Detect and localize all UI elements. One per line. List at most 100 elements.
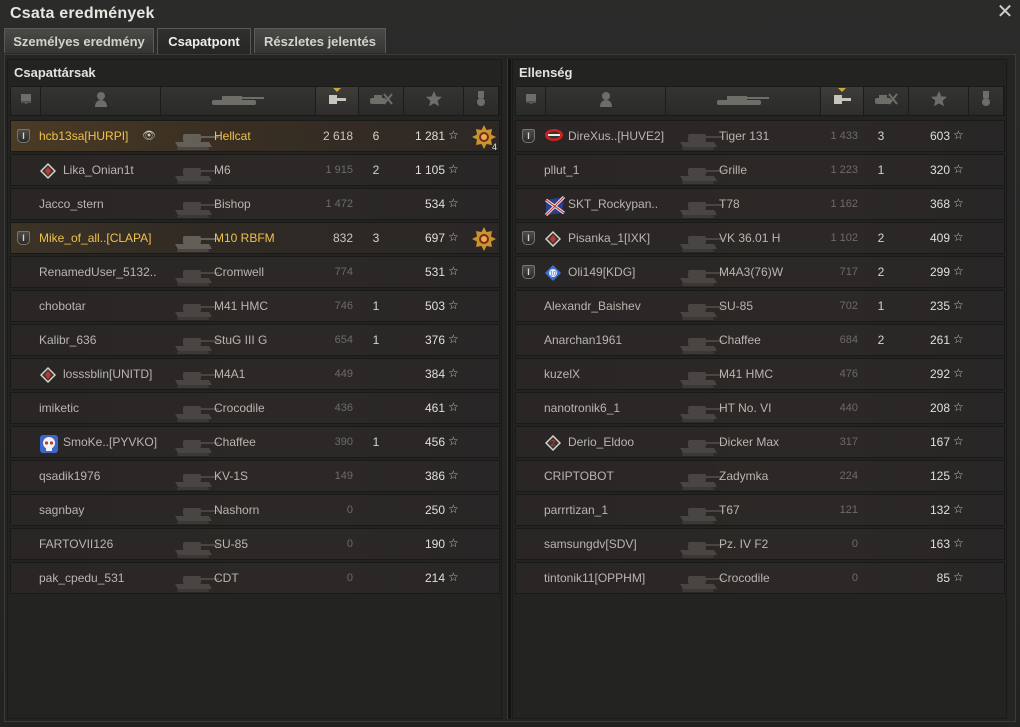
player-row[interactable]: nanotronik6_1 HT No. VI 440 208 ☆ — [515, 392, 1005, 424]
player-row[interactable]: SmoKe..[PYVKO] Chaffee 390 1 456 ☆ — [10, 426, 500, 458]
damage-value: 1 433 — [830, 130, 858, 142]
kills-value: 3 — [372, 231, 380, 245]
allies-sort-vehicle-column[interactable] — [161, 87, 316, 115]
xp-value: 603 — [929, 129, 950, 143]
player-row[interactable]: SKT_Rockypan.. T78 1 162 368 ☆ — [515, 188, 1005, 220]
player-row[interactable]: sagnbay Nashorn 0 250 ☆ — [10, 494, 500, 526]
svg-text:2: 2 — [551, 439, 556, 448]
damage-value: 0 — [346, 504, 353, 516]
player-row[interactable]: imiketic Crocodile 436 461 ☆ — [10, 392, 500, 424]
player-row[interactable]: samsungdv[SDV] Pz. IV F2 0 163 ☆ — [515, 528, 1005, 560]
player-row[interactable]: Ihcb13sa[HURPI] 👁 Hellcat 2 618 6 1 281 ☆ 4 — [10, 120, 500, 152]
squad-badge-icon: I — [522, 231, 535, 245]
allies-panel: Csapattársak Ihcb13sa[HURPI] 👁 Hellcat 2 61… — [7, 59, 502, 719]
player-row[interactable]: kuzelX M41 HMC 476 292 ☆ — [515, 358, 1005, 390]
enemies-sort-damage-column[interactable] — [821, 87, 864, 115]
vehicle-name: T67 — [719, 503, 740, 517]
vehicle-name: Crocodile — [214, 401, 265, 415]
tab-detailed-report[interactable]: Részletes jelentés — [254, 28, 386, 53]
enemies-sort-kills-column[interactable] — [864, 87, 909, 115]
allies-sort-player-column[interactable] — [41, 87, 161, 115]
xp-value: 292 — [929, 367, 950, 381]
player-name: pak_cpedu_531 — [39, 571, 125, 585]
xp-value: 368 — [929, 197, 950, 211]
damage-value: 149 — [334, 470, 353, 482]
player-row[interactable]: I Pisanka_1[IXK] VK 36.01 H 1 102 2 409 ☆ — [515, 222, 1005, 254]
squad-icon — [524, 92, 538, 111]
medal-icon[interactable]: 4 — [471, 124, 497, 152]
xp-value: 384 — [424, 367, 445, 381]
tab-personal-result[interactable]: Személyes eredmény — [4, 28, 154, 53]
kills-value: 1 — [372, 435, 380, 449]
clan-emblem-icon — [544, 230, 562, 248]
player-name: DireXus..[HUVE2] — [568, 129, 665, 143]
vehicle-name: Pz. IV F2 — [719, 537, 769, 551]
player-row[interactable]: chobotar M41 HMC 746 1 503 ☆ — [10, 290, 500, 322]
player-row[interactable]: pllut_1 Grille 1 223 1 320 ☆ — [515, 154, 1005, 186]
player-row[interactable]: I DireXus..[HUVE2] Tiger 131 1 433 3 603 ☆ — [515, 120, 1005, 152]
player-name: Anarchan1961 — [544, 333, 623, 347]
allies-sort-kills-column[interactable] — [359, 87, 404, 115]
kills-value: 1 — [877, 163, 885, 177]
xp-value: 85 — [936, 571, 950, 585]
star-icon: ☆ — [953, 570, 964, 584]
star-icon: ☆ — [953, 366, 964, 380]
star-icon: ☆ — [448, 400, 459, 414]
allies-sort-damage-column[interactable] — [316, 87, 359, 115]
player-row[interactable]: RenamedUser_5132.. Cromwell 774 531 ☆ — [10, 256, 500, 288]
allies-sort-squad-column[interactable] — [11, 87, 41, 115]
player-row[interactable]: CRIPTOBOT Zadymka 224 125 ☆ — [515, 460, 1005, 492]
star-icon: ☆ — [448, 264, 459, 278]
player-row[interactable]: qsadik1976 KV-1S 149 386 ☆ — [10, 460, 500, 492]
enemies-sort-xp-star-column[interactable] — [909, 87, 969, 115]
enemies-sort-player-column[interactable] — [546, 87, 666, 115]
star-icon: ☆ — [953, 468, 964, 482]
medal-icon[interactable] — [471, 226, 497, 252]
vehicle-name: KV-1S — [214, 469, 249, 483]
vehicle-name: Chaffee — [719, 333, 761, 347]
kills-value: 2 — [877, 265, 885, 279]
star-icon: ☆ — [953, 400, 964, 414]
enemies-sort-squad-column[interactable] — [516, 87, 546, 115]
player-row[interactable]: parrrtizan_1 T67 121 132 ☆ — [515, 494, 1005, 526]
player-name: parrrtizan_1 — [544, 503, 609, 517]
xp-value: 376 — [424, 333, 445, 347]
star-icon: ☆ — [448, 128, 459, 142]
kills-value: 3 — [877, 129, 885, 143]
enemies-list: I DireXus..[HUVE2] Tiger 131 1 433 3 603 ☆ pllu… — [515, 120, 1005, 596]
tab-team-score[interactable]: Csapatpont — [157, 28, 251, 55]
enemies-sort-medal-column[interactable] — [969, 87, 1004, 115]
player-row[interactable]: Lika_Onian1t M6 1 915 2 1 105 ☆ — [10, 154, 500, 186]
xp-star-icon — [425, 90, 443, 113]
star-icon: ☆ — [953, 162, 964, 176]
player-row[interactable]: Alexandr_Baishev SU-85 702 1 235 ☆ — [515, 290, 1005, 322]
player-row[interactable]: Kalibr_636 StuG III G 654 1 376 ☆ — [10, 324, 500, 356]
player-row[interactable]: pak_cpedu_531 CDT 0 214 ☆ — [10, 562, 500, 594]
star-icon: ☆ — [953, 502, 964, 516]
xp-value: 261 — [929, 333, 950, 347]
player-row[interactable]: losssblin[UNITD] M4A1 449 384 ☆ — [10, 358, 500, 390]
star-icon: ☆ — [448, 536, 459, 550]
player-name: tintonik11[OPPHM] — [544, 571, 646, 585]
player-row[interactable]: 2 Derio_Eldoo Dicker Max 317 167 ☆ — [515, 426, 1005, 458]
sort-indicator-icon — [333, 88, 341, 92]
xp-value: 132 — [929, 503, 950, 517]
player-row[interactable]: I Mike_of_all..[CLAPA] M10 RBFM 832 3 697 ☆ — [10, 222, 500, 254]
allies-sort-medal-column[interactable] — [464, 87, 499, 115]
player-name: Derio_Eldoo — [568, 435, 635, 449]
player-row[interactable]: Jacco_stern Bishop 1 472 534 ☆ — [10, 188, 500, 220]
allies-column-header — [10, 86, 500, 116]
player-row[interactable]: Anarchan1961 Chaffee 684 2 261 ☆ — [515, 324, 1005, 356]
allies-sort-xp-star-column[interactable] — [404, 87, 464, 115]
xp-value: 461 — [424, 401, 445, 415]
close-icon[interactable]: ✕ — [996, 2, 1014, 22]
xp-value: 1 281 — [414, 129, 445, 143]
player-row[interactable]: I 10 Oli149[KDG] M4A3(76)W 717 2 299 ☆ — [515, 256, 1005, 288]
player-row[interactable]: FARTOVII126 SU-85 0 190 ☆ — [10, 528, 500, 560]
battle-results-window: Csata eredmények ✕ Személyes eredmény Cs… — [0, 0, 1020, 727]
player-row[interactable]: tintonik11[OPPHM] Crocodile 0 85 ☆ — [515, 562, 1005, 594]
enemies-sort-vehicle-column[interactable] — [666, 87, 821, 115]
xp-value: 125 — [929, 469, 950, 483]
star-icon: ☆ — [953, 536, 964, 550]
clan-emblem-icon: 2 — [544, 434, 562, 452]
